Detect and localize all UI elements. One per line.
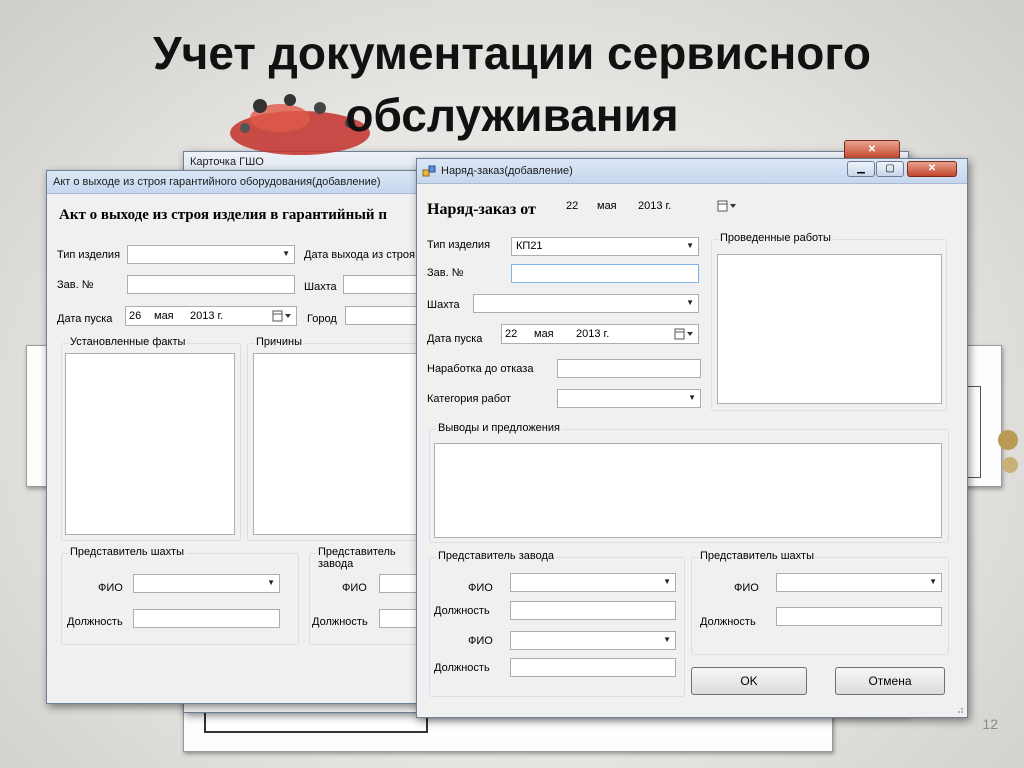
slide-page-number: 12	[982, 716, 998, 732]
order-conclusions-group-title: Выводы и предложения	[436, 422, 562, 434]
act-failure-date-label: Дата выхода из строя	[304, 249, 415, 261]
order-works-done-group: Проведенные работы	[711, 232, 947, 411]
order-plant-rep-position2-label: Должность	[434, 662, 490, 674]
act-facts-textarea[interactable]	[65, 353, 235, 535]
order-plant-rep-fio1-label: ФИО	[468, 582, 493, 594]
order-mine-rep-position-input[interactable]	[776, 607, 942, 626]
decorative-ornament-right	[998, 430, 1018, 473]
act-facts-group: Установленные факты	[61, 336, 241, 541]
calendar-dropdown-icon[interactable]	[272, 310, 292, 322]
act-start-date-picker[interactable]: 26 мая 2013 г.	[125, 306, 297, 326]
order-mine-label: Шахта	[427, 299, 460, 311]
cancel-button[interactable]: Отмена	[835, 667, 945, 695]
order-plant-rep-group-title: Представитель завода	[436, 550, 557, 562]
ok-button[interactable]: OK	[691, 667, 807, 695]
order-plant-rep-fio1-combo[interactable]	[510, 573, 676, 592]
order-start-month: мая	[534, 328, 554, 340]
act-start-day: 26	[129, 310, 142, 322]
order-work-category-label: Категория работ	[427, 393, 511, 405]
slide-title-line1: Учет документации сервисного	[153, 27, 871, 79]
order-mine-rep-fio-label: ФИО	[734, 582, 759, 594]
order-title: Наряд-заказ(добавление)	[441, 165, 573, 177]
order-start-day: 22	[505, 328, 518, 340]
order-plant-rep-fio2-combo[interactable]	[510, 631, 676, 650]
order-plant-rep-fio2-label: ФИО	[468, 635, 493, 647]
act-mine-rep-fio-combo[interactable]	[133, 574, 280, 593]
act-plant-rep-group: Представитель завода ФИО Должность	[309, 546, 425, 645]
order-runtime-label: Наработка до отказа	[427, 363, 534, 375]
order-conclusions-group: Выводы и предложения	[429, 422, 949, 543]
act-mine-label: Шахта	[304, 281, 337, 293]
act-causes-group-title: Причины	[254, 336, 305, 348]
order-date-year: 2013 г.	[638, 200, 672, 212]
calendar-dropdown-icon[interactable]	[717, 200, 737, 212]
act-product-type-label: Тип изделия	[57, 249, 121, 261]
order-works-done-textarea[interactable]	[717, 254, 942, 404]
order-mine-rep-position-label: Должность	[700, 616, 756, 628]
act-city-label: Город	[307, 313, 337, 325]
act-mine-rep-group: Представитель шахты ФИО Должность	[61, 546, 299, 645]
act-start-year: 2013 г.	[190, 310, 224, 322]
act-plant-rep-position-label: Должность	[312, 616, 368, 628]
order-conclusions-textarea[interactable]	[434, 443, 942, 538]
order-plant-rep-position2-input[interactable]	[510, 658, 676, 677]
window-failure-act: Акт о выходе из строя гарантийного обору…	[46, 170, 428, 704]
order-mine-rep-group-title: Представитель шахты	[698, 550, 816, 562]
act-causes-textarea[interactable]	[253, 353, 421, 535]
close-button[interactable]: ✕	[907, 161, 957, 177]
order-product-type-label: Тип изделия	[427, 239, 491, 251]
act-plant-rep-group-title: Представитель завода	[316, 546, 424, 570]
app-icon	[422, 165, 436, 177]
act-start-month: мая	[154, 310, 174, 322]
minimize-button[interactable]: ▁	[847, 161, 875, 177]
order-start-date-picker[interactable]: 22 мая 2013 г.	[501, 324, 699, 344]
act-causes-group: Причины	[247, 336, 425, 541]
order-mine-rep-group: Представитель шахты ФИО Должность	[691, 550, 949, 655]
order-date-month: мая	[597, 200, 617, 212]
act-product-type-combo[interactable]	[127, 245, 295, 264]
order-product-type-value: КП21	[516, 240, 543, 252]
order-start-date-label: Дата пуска	[427, 333, 483, 345]
order-work-category-combo[interactable]	[557, 389, 701, 408]
order-plant-rep-position1-label: Должность	[434, 605, 490, 617]
act-mine-input[interactable]	[343, 275, 423, 294]
order-date-day: 22	[566, 200, 579, 212]
order-runtime-input[interactable]	[557, 359, 701, 378]
act-titlebar: Акт о выходе из строя гарантийного обору…	[47, 171, 427, 194]
order-product-type-combo[interactable]: КП21	[511, 237, 699, 256]
order-start-year: 2013 г.	[576, 328, 610, 340]
order-serial-input[interactable]	[511, 264, 699, 283]
order-date-picker[interactable]: 22 мая 2013 г.	[563, 197, 741, 217]
order-serial-label: Зав. №	[427, 267, 464, 279]
slide-title-line2: обслуживания	[345, 89, 679, 141]
order-plant-rep-group: Представитель завода ФИО Должность ФИО Д…	[429, 550, 685, 697]
maximize-button[interactable]: ▢	[876, 161, 904, 177]
act-title: Акт о выходе из строя гарантийного обору…	[53, 176, 381, 188]
act-mine-rep-fio-label: ФИО	[98, 582, 123, 594]
act-city-input[interactable]	[345, 306, 423, 325]
resize-grip-icon[interactable]	[954, 704, 964, 714]
order-mine-combo[interactable]	[473, 294, 699, 313]
slide-title: Учет документации сервисного обслуживани…	[0, 22, 1024, 146]
order-heading: Наряд-заказ от	[427, 201, 536, 218]
act-facts-group-title: Установленные факты	[68, 336, 188, 348]
act-plant-rep-fio-label: ФИО	[342, 582, 367, 594]
act-mine-rep-group-title: Представитель шахты	[68, 546, 186, 558]
act-serial-input[interactable]	[127, 275, 295, 294]
act-mine-rep-position-label: Должность	[67, 616, 123, 628]
calendar-dropdown-icon[interactable]	[674, 328, 694, 340]
act-heading: Акт о выходе из строя изделия в гарантий…	[59, 207, 387, 223]
window-work-order: Наряд-заказ(добавление) ▁ ▢ ✕ Наряд-зака…	[416, 158, 968, 718]
act-start-date-label: Дата пуска	[57, 313, 113, 325]
order-plant-rep-position1-input[interactable]	[510, 601, 676, 620]
act-mine-rep-position-input[interactable]	[133, 609, 280, 628]
order-mine-rep-fio-combo[interactable]	[776, 573, 942, 592]
order-works-done-group-title: Проведенные работы	[718, 232, 833, 244]
act-serial-label: Зав. №	[57, 279, 94, 291]
